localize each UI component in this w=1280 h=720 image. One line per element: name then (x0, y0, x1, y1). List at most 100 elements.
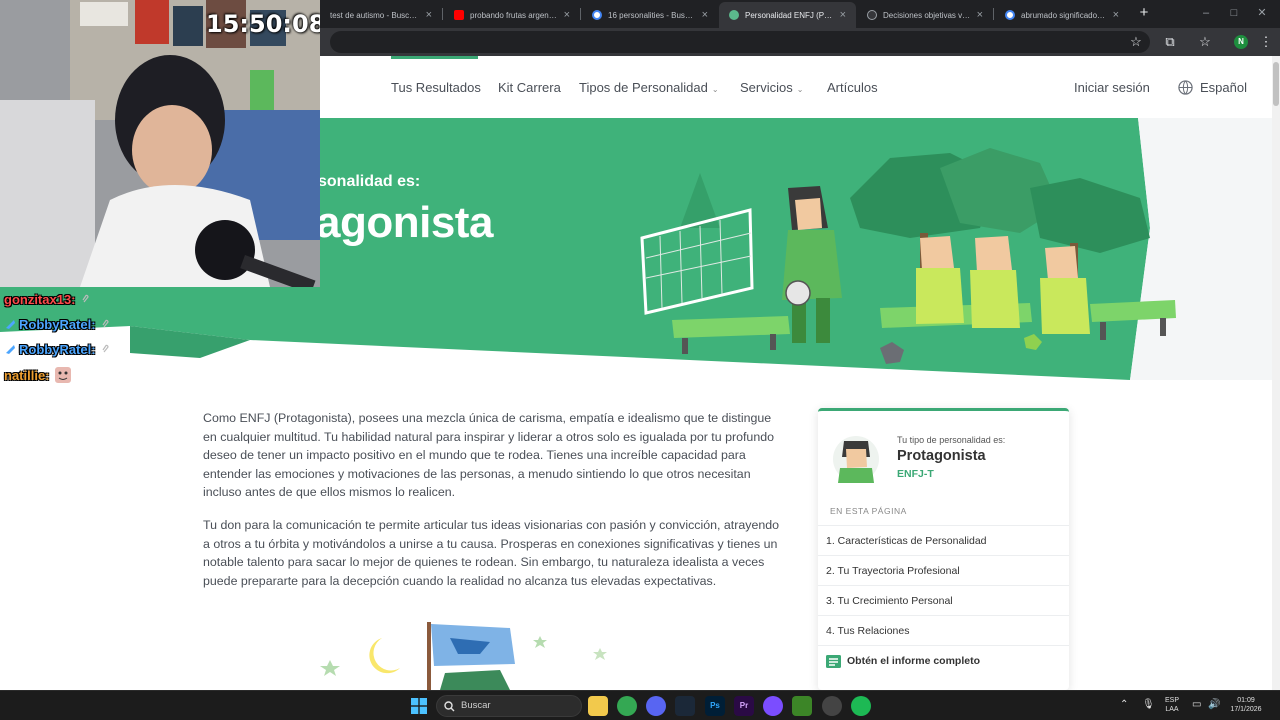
windows-start-icon[interactable] (411, 698, 427, 714)
hero-illustration (640, 148, 1176, 364)
night-sky-illustration (320, 622, 607, 690)
nav-articles[interactable]: Artículos (827, 80, 878, 95)
maximize-icon[interactable]: □ (1224, 4, 1244, 22)
chat-username: natillie: (4, 367, 50, 383)
browser-tab[interactable]: abrumado significado - Buscar con Google… (995, 2, 1129, 28)
browser-tab[interactable]: probando frutas argentinas × (444, 2, 580, 28)
taskbar-clock[interactable]: 01:09 17/1/2026 (1224, 696, 1268, 714)
scrollbar-thumb[interactable] (1273, 62, 1279, 106)
nav-active-indicator (391, 56, 478, 59)
chat-badge-icon (6, 345, 15, 354)
windows-taskbar: Buscar Ps Pr ⌃ 🎙 ESP LAA ▭ 🔊 01:09 17/1/… (0, 690, 1280, 720)
volume-icon[interactable]: 🔊 (1208, 700, 1220, 710)
google-icon (1005, 10, 1015, 20)
tab-title: Decisiones objetivas vs emocionales (883, 10, 971, 20)
globe-icon[interactable] (1178, 80, 1193, 95)
chat-message: natillie: (4, 365, 71, 385)
chat-username: gonzitax13: (4, 291, 76, 307)
globe-icon (867, 10, 877, 20)
report-icon (826, 654, 841, 668)
login-link[interactable]: Iniciar sesión (1074, 80, 1150, 95)
chevron-down-icon: ⌄ (711, 85, 719, 94)
page-scrollbar[interactable] (1272, 56, 1280, 690)
browser-tab-active[interactable]: Personalidad ENFJ (Protagonista) × (719, 2, 856, 28)
tab-close-icon[interactable]: × (977, 9, 983, 21)
teammate-characters (916, 236, 1090, 334)
toc-item-relationships[interactable]: 4. Tus Relaciones (818, 615, 1069, 645)
hero-title: agonista (316, 198, 493, 247)
taskbar-search-box[interactable]: Buscar (436, 695, 582, 717)
spotify-icon[interactable] (851, 696, 871, 716)
tab-close-icon[interactable]: × (1113, 9, 1119, 21)
tab-title: Personalidad ENFJ (Protagonista) (745, 10, 834, 20)
chat-message: RobbyRatel: (4, 339, 111, 359)
nav-personality-types-label: Tipos de Personalidad (579, 80, 708, 95)
minecraft-icon[interactable] (792, 696, 812, 716)
language-code: ESP (1164, 697, 1179, 704)
kebab-menu-icon[interactable]: ⋮ (1258, 34, 1274, 50)
stream-clock: 15:50:08 (206, 10, 320, 38)
tab-close-icon[interactable]: × (564, 9, 570, 21)
bookmark-star-icon[interactable]: ☆ (1128, 34, 1144, 50)
webcam-image (0, 0, 320, 287)
paperclip-emote-icon (82, 294, 89, 303)
tab-separator (993, 8, 994, 20)
reading-list-icon[interactable]: ☆ (1197, 34, 1213, 50)
new-tab-button[interactable]: + (1136, 4, 1152, 22)
photoshop-icon[interactable]: Ps (705, 696, 725, 716)
tab-separator (580, 8, 581, 20)
full-report-link[interactable]: Obtén el informe completo (818, 645, 1069, 675)
search-icon (444, 701, 455, 712)
premiere-icon[interactable]: Pr (734, 696, 754, 716)
nav-personality-types[interactable]: Tipos de Personalidad ⌄ (579, 80, 719, 95)
tab-close-icon[interactable]: × (702, 9, 708, 21)
steelseries-icon[interactable] (822, 696, 842, 716)
nav-career-kit[interactable]: Kit Carrera (498, 80, 561, 95)
face-emote-icon (54, 367, 71, 383)
paperclip-emote-icon (102, 344, 109, 353)
paperclip-emote-icon (102, 319, 109, 328)
browser-tab[interactable]: Decisiones objetivas vs emocionales × (857, 2, 993, 28)
article-paragraph: Tu don para la comunicación te permite a… (203, 518, 780, 588)
personality-type-label: Tu tipo de personalidad es: (897, 435, 1006, 445)
tab-title: abrumado significado - Buscar con Google (1021, 10, 1107, 20)
network-icon[interactable]: ▭ (1192, 700, 1201, 710)
toc-item-career[interactable]: 2. Tu Trayectoria Profesional (818, 555, 1069, 585)
on-this-page-label: EN ESTA PÁGINA (830, 506, 907, 516)
tab-title: test de autismo - Buscar con Google (330, 10, 420, 20)
profile-avatar[interactable]: N (1234, 35, 1248, 49)
personality-type-code: ENFJ-T (897, 468, 934, 480)
nav-services-label: Servicios (740, 80, 793, 95)
keyboard-language-indicator[interactable]: ESP LAA (1160, 696, 1184, 714)
16personalities-icon (729, 10, 739, 20)
youtube-icon (454, 10, 464, 20)
taskbar-time: 01:09 (1237, 697, 1255, 704)
close-window-icon[interactable]: ✕ (1252, 4, 1272, 22)
address-bar[interactable] (330, 31, 1150, 53)
browser-tab[interactable]: test de autismo - Buscar con Google × (320, 2, 442, 28)
protagonist-avatar (833, 436, 879, 483)
discord-icon[interactable] (646, 696, 666, 716)
tab-title: 16 personalities - Buscar con Google (608, 10, 696, 20)
chevron-down-icon: ⌄ (796, 85, 804, 94)
extensions-icon[interactable]: ⧉ (1162, 34, 1178, 50)
nav-results[interactable]: Tus Resultados (391, 80, 481, 95)
file-explorer-icon[interactable] (588, 696, 608, 716)
chat-badge-icon (6, 320, 15, 329)
tray-overflow-icon[interactable]: ⌃ (1120, 700, 1128, 710)
language-selector[interactable]: Español (1200, 80, 1247, 95)
tab-close-icon[interactable]: × (840, 9, 846, 21)
toc-item-traits[interactable]: 1. Características de Personalidad (818, 525, 1069, 555)
google-icon (592, 10, 602, 20)
chrome-icon[interactable] (617, 696, 637, 716)
microphone-icon[interactable]: 🎙 (1142, 700, 1155, 710)
toc-item-growth[interactable]: 3. Tu Crecimiento Personal (818, 585, 1069, 615)
full-report-label: Obtén el informe completo (847, 655, 981, 667)
nav-services[interactable]: Servicios ⌄ (740, 80, 803, 95)
steam-icon[interactable] (675, 696, 695, 716)
minimize-icon[interactable]: – (1196, 4, 1216, 22)
protagonist-character (782, 186, 842, 343)
obs-icon[interactable] (763, 696, 783, 716)
browser-tab[interactable]: 16 personalities - Buscar con Google × (582, 2, 718, 28)
tab-close-icon[interactable]: × (426, 9, 432, 21)
